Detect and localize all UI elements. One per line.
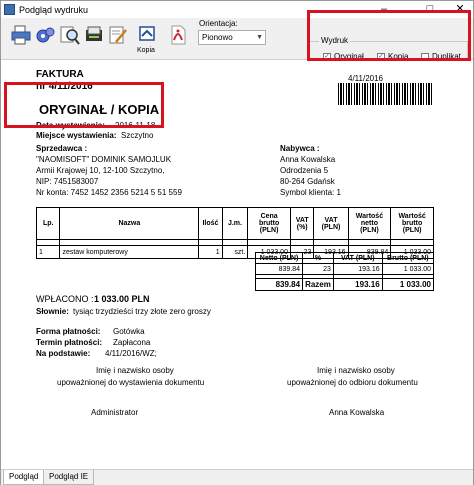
total-vat: 193.16 (332, 278, 383, 291)
zoom-button[interactable] (59, 24, 81, 48)
summary-header: Netto (PLN) (254, 252, 304, 264)
magnifier-icon (60, 26, 80, 45)
payment-term-label: Termin płatności: (36, 338, 103, 347)
buyer-line: Odrodzenia 5 (280, 166, 329, 175)
summary-total-row: 839.84 Razem 193.16 1 033.00 (254, 278, 435, 291)
basis-label: Na podstawie: (36, 349, 91, 358)
table-row: 839.84 23 193.16 1 033.00 (254, 263, 435, 275)
seller-line: "NAOMISOFT" DOMINIK SAMOJLUK (36, 155, 172, 164)
chevron-down-icon: ▼ (256, 34, 263, 41)
print-button[interactable] (10, 24, 32, 48)
column-header: VAT (%) (289, 207, 315, 240)
summary-header: Brutto (PLN) (381, 252, 435, 264)
cell-name: zestaw komputerowy (59, 245, 200, 259)
amount-in-words-label: Słownie: (36, 307, 69, 316)
column-header: Wartość netto (PLN) (347, 207, 392, 240)
tab-preview-ie[interactable]: Podgląd IE (43, 470, 95, 485)
edit-button[interactable] (107, 24, 129, 48)
cell-qty: 1 (198, 245, 223, 259)
place-value: Szczytno (121, 131, 154, 140)
seller-line: Nr konta: 7452 1452 2356 5214 5 51 559 (36, 188, 182, 197)
basis-value: 4/11/2016/WZ; (105, 349, 157, 358)
summary-header: VAT (PLN) (332, 252, 383, 264)
column-header: Nazwa (59, 207, 200, 240)
buyer-line: 80-264 Gdańsk (280, 177, 335, 186)
print-setup-button[interactable] (35, 24, 57, 48)
total-net: 839.84 (254, 278, 304, 291)
place-label: Miejsce wystawienia: (36, 131, 117, 140)
summary-vat: 193.16 (332, 263, 383, 275)
column-header: Wartość brutto (PLN) (390, 207, 434, 240)
amount-in-words-value: tysiąc trzydzieści trzy złote zero grosz… (73, 307, 211, 316)
app-icon (4, 4, 15, 15)
signature-right-caption: upoważnionej do odbioru dokumentu (287, 378, 418, 387)
tab-preview[interactable]: Podgląd (3, 470, 45, 485)
cell-lp: 1 (35, 245, 61, 259)
payment-term-value: Zapłacona (113, 338, 151, 347)
highlight-copy-type (4, 82, 164, 128)
preview-tabs: Podgląd Podgląd IE (1, 469, 473, 485)
payment-form-value: Gotówka (113, 327, 145, 336)
seller-label: Sprzedawca : (36, 144, 88, 153)
export-pdf-button[interactable] (167, 24, 189, 48)
seller-line: NIP: 7451583007 (36, 177, 99, 186)
copy-button-label: Kopia (137, 47, 155, 54)
page-setup-icon (86, 26, 102, 41)
orientation-label: Orientacja: (199, 19, 238, 28)
window-title: Podgląd wydruku (19, 4, 89, 15)
summary-net: 839.84 (254, 263, 304, 275)
payment-form-label: Forma płatności: (36, 327, 101, 336)
vat-summary-table: Netto (PLN) % VAT (PLN) Brutto (PLN) 839… (254, 252, 435, 291)
total-gross: 1 033.00 (381, 278, 435, 291)
total-label: Razem (302, 278, 334, 291)
edit-icon (109, 26, 127, 44)
column-header: J.m. (221, 207, 249, 240)
gears-icon (36, 27, 55, 43)
column-header: Ilość (198, 207, 223, 240)
signature-left-caption: upoważnionej do wystawienia dokumentu (57, 378, 205, 387)
summary-header: % (302, 252, 334, 264)
signature-right-caption: Imię i nazwisko osoby (317, 366, 395, 375)
cell-unit: szt. (221, 245, 249, 259)
barcode-text: 4/11/2016 (348, 74, 383, 83)
summary-rate: 23 (302, 263, 334, 275)
column-header: Lp. (35, 207, 61, 240)
pdf-icon (171, 25, 186, 45)
signature-right-name: Anna Kowalska (329, 408, 385, 417)
document-title: FAKTURA (36, 69, 84, 80)
signature-left-name: Administrator (91, 408, 139, 417)
paid-label: WPŁACONO : (36, 294, 94, 304)
printer-icon (11, 25, 31, 45)
buyer-line: Symbol klienta: 1 (280, 188, 341, 197)
page-setup-button[interactable] (83, 24, 105, 48)
paid-value: 1 033.00 PLN (94, 294, 150, 304)
print-preview-window: Podgląd wydruku – □ ✕ Kopia Orientacja: … (0, 0, 474, 485)
highlight-print-options (307, 10, 471, 61)
seller-line: Armii Krajowej 10, 12-100 Szczytno, (36, 166, 165, 175)
column-header: VAT (PLN) (313, 207, 349, 240)
signature-left-caption: Imię i nazwisko osoby (96, 366, 174, 375)
column-header: Cena brutto (PLN) (247, 207, 291, 240)
orientation-value: Pionowo (202, 33, 233, 42)
buyer-line: Anna Kowalska (280, 155, 336, 164)
copy-button[interactable] (136, 24, 158, 48)
buyer-label: Nabywca : (280, 144, 320, 153)
barcode (338, 83, 434, 105)
summary-header-row: Netto (PLN) % VAT (PLN) Brutto (PLN) (254, 252, 435, 264)
orientation-select[interactable]: Pionowo ▼ (198, 30, 266, 45)
summary-gross: 1 033.00 (381, 263, 435, 275)
copy-icon (139, 26, 155, 41)
items-header-row: Lp. Nazwa Ilość J.m. Cena brutto (PLN) V… (35, 207, 434, 240)
